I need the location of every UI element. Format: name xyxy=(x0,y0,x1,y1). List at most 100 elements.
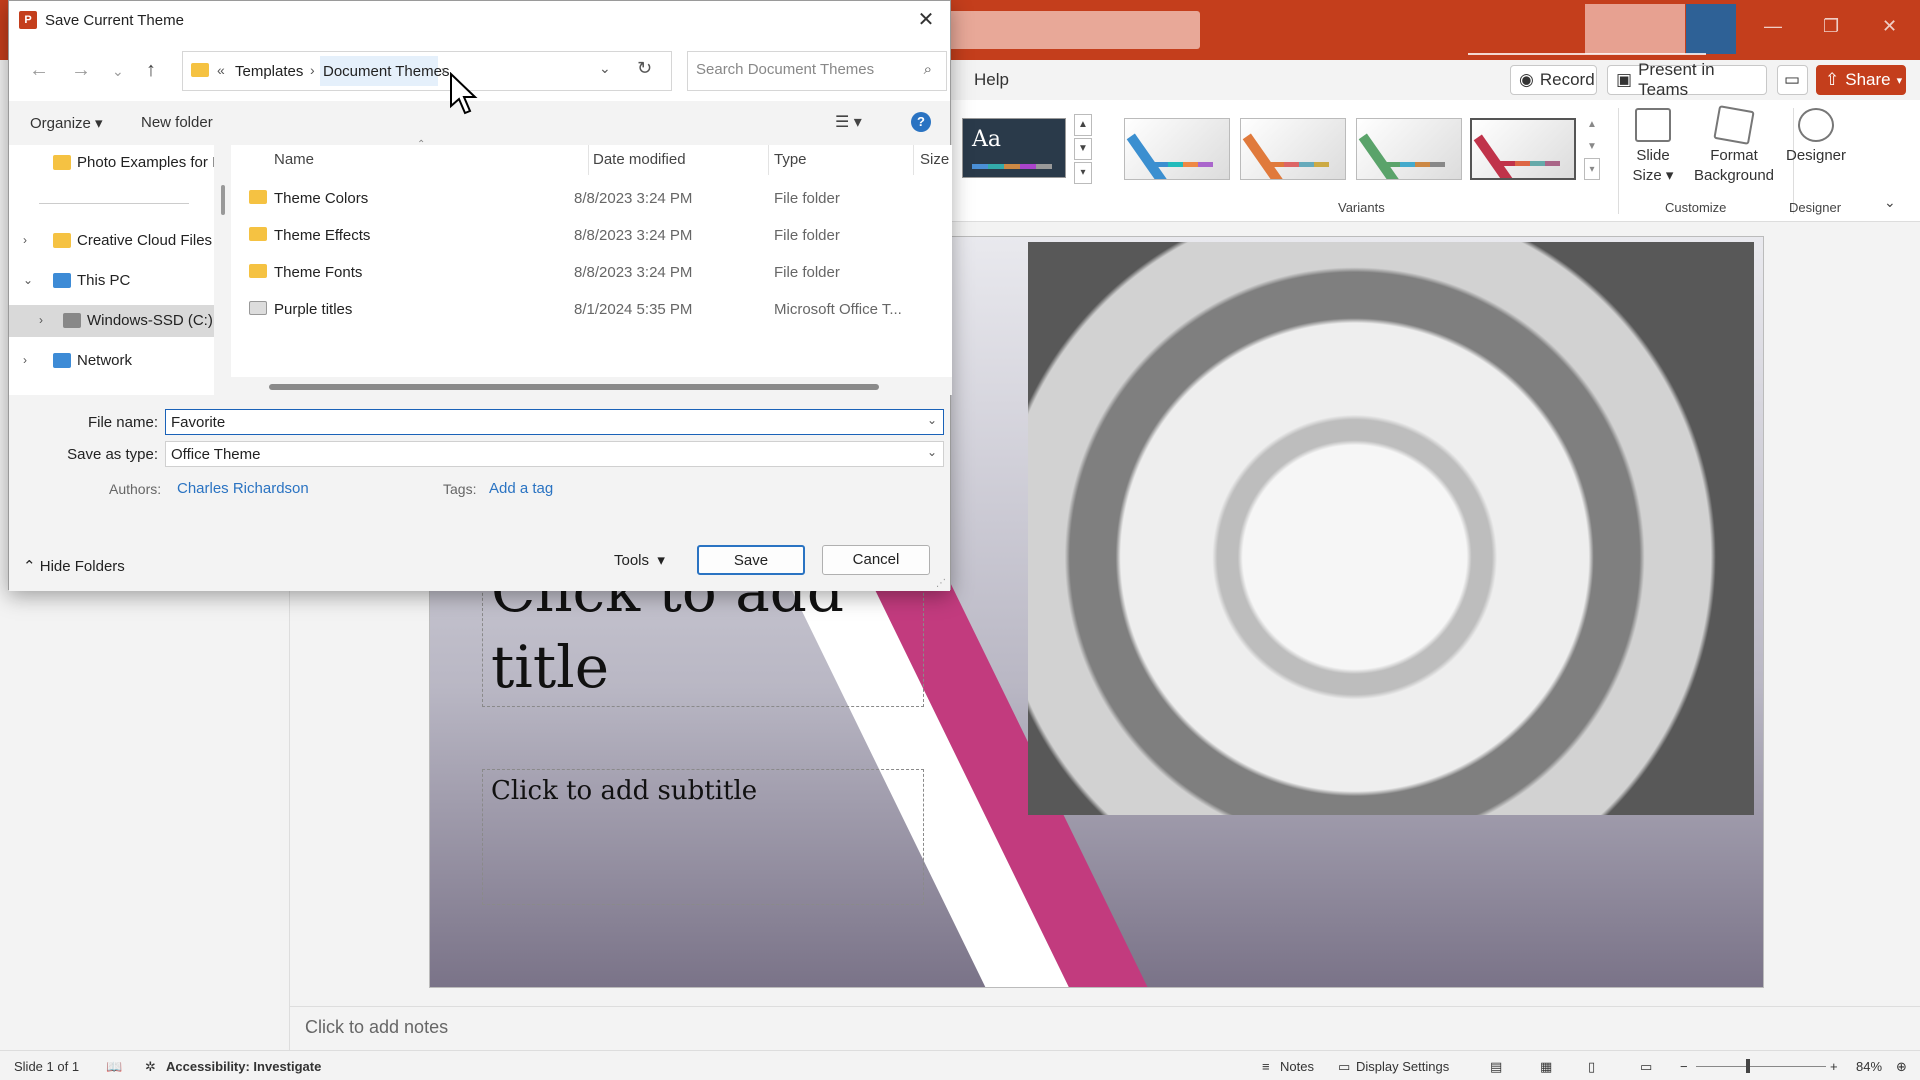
app-search-box[interactable] xyxy=(948,11,1200,49)
help-icon[interactable]: ? xyxy=(911,112,931,132)
nav-item-photo-examples[interactable]: Photo Examples for I xyxy=(9,147,214,179)
tab-help[interactable]: Help xyxy=(974,70,1009,90)
column-header-size[interactable]: Size xyxy=(920,151,949,168)
table-row[interactable]: Theme Colors 8/8/2023 3:24 PM File folde… xyxy=(231,181,952,215)
file-name-field[interactable]: ⌄ xyxy=(165,409,944,435)
column-divider[interactable] xyxy=(588,145,589,175)
format-background-button[interactable]: Format Background xyxy=(1686,105,1782,186)
fit-to-window-icon[interactable]: ⊕ xyxy=(1896,1059,1907,1075)
gallery-more-icon[interactable]: ▾ xyxy=(1584,158,1600,180)
add-tag-link[interactable]: Add a tag xyxy=(489,480,553,497)
nav-item-network[interactable]: › Network xyxy=(9,345,214,377)
minimize-icon[interactable]: — xyxy=(1764,16,1782,37)
display-settings-button[interactable]: Display Settings xyxy=(1356,1059,1449,1074)
column-header-type[interactable]: Type xyxy=(774,151,807,168)
chevron-down-icon[interactable]: ⌄ xyxy=(23,273,33,287)
table-row[interactable]: Theme Fonts 8/8/2023 3:24 PM File folder xyxy=(231,255,952,289)
spellcheck-icon[interactable]: 📖 xyxy=(106,1059,122,1075)
column-divider[interactable] xyxy=(768,145,769,175)
variant-3[interactable] xyxy=(1356,118,1462,180)
new-folder-button[interactable]: New folder xyxy=(141,114,213,131)
variant-2[interactable] xyxy=(1240,118,1346,180)
display-settings-icon[interactable]: ▭ xyxy=(1338,1059,1350,1075)
refresh-icon[interactable]: ↻ xyxy=(637,58,652,79)
record-button[interactable]: ◉ Record xyxy=(1510,65,1597,95)
accessibility-icon[interactable]: ✲ xyxy=(145,1059,156,1075)
theme-gallery-scroll[interactable]: ▲ ▼ ▾ xyxy=(1074,114,1092,186)
chevron-right-icon[interactable]: › xyxy=(23,353,27,367)
view-options-icon[interactable]: ☰ ▾ xyxy=(835,112,862,132)
save-button[interactable]: Save xyxy=(697,545,805,575)
reading-view-icon[interactable]: ▯ xyxy=(1588,1059,1595,1075)
notes-icon[interactable]: ≡ xyxy=(1262,1059,1270,1074)
zoom-in-icon[interactable]: + xyxy=(1830,1059,1838,1074)
table-row[interactable]: Theme Effects 8/8/2023 3:24 PM File fold… xyxy=(231,218,952,252)
chevron-up-icon[interactable]: ▲ xyxy=(1584,114,1600,136)
variants-scroll[interactable]: ▲ ▼ ▾ xyxy=(1584,114,1600,186)
forward-icon[interactable]: → xyxy=(71,59,91,82)
zoom-slider[interactable] xyxy=(1696,1066,1826,1067)
tools-button[interactable]: Tools ▾ xyxy=(614,551,665,569)
search-input[interactable] xyxy=(696,61,906,78)
chevron-down-icon[interactable]: ⌄ xyxy=(599,60,611,77)
theme-thumbnail[interactable]: Aa xyxy=(962,118,1066,178)
share-button[interactable]: ⇧ Share ▾ xyxy=(1816,65,1906,95)
column-header-name[interactable]: Name xyxy=(274,151,314,168)
organize-button[interactable]: Organize ▾ xyxy=(30,114,103,132)
zoom-slider-thumb[interactable] xyxy=(1746,1059,1750,1073)
normal-view-icon[interactable]: ▤ xyxy=(1490,1059,1502,1075)
file-name-input[interactable] xyxy=(171,414,871,431)
chevron-right-icon[interactable]: › xyxy=(39,313,43,327)
zoom-level[interactable]: 84% xyxy=(1856,1059,1882,1074)
chevron-down-icon[interactable]: ▼ xyxy=(1584,136,1600,158)
recent-locations-icon[interactable]: ⌄ xyxy=(112,63,124,80)
chevron-up-icon[interactable]: ▲ xyxy=(1074,114,1092,136)
present-in-teams-button[interactable]: ▣ Present in Teams xyxy=(1607,60,1767,99)
resize-grip-icon[interactable]: ⋰ xyxy=(936,578,946,589)
variant-4[interactable] xyxy=(1470,118,1576,180)
chevron-down-icon[interactable]: ⌄ xyxy=(927,445,937,459)
column-divider[interactable] xyxy=(913,145,914,175)
nav-item-windows-ssd[interactable]: › Windows-SSD (C:) xyxy=(9,305,214,337)
column-header-date[interactable]: Date modified xyxy=(593,151,686,168)
save-as-type-select[interactable]: Office Theme ⌄ xyxy=(165,441,944,467)
hide-folders-button[interactable]: ⌃ Hide Folders xyxy=(23,557,125,575)
chevron-right-icon[interactable]: › xyxy=(310,62,315,78)
slideshow-icon[interactable]: ▭ xyxy=(1640,1059,1652,1075)
authors-value[interactable]: Charles Richardson xyxy=(177,480,309,497)
notes-pane[interactable]: Click to add notes xyxy=(290,1006,1920,1050)
breadcrumb-templates[interactable]: Templates xyxy=(235,63,303,80)
chevron-down-icon[interactable]: ▼ xyxy=(1074,138,1092,160)
variant-1[interactable] xyxy=(1124,118,1230,180)
back-icon[interactable]: ← xyxy=(29,59,49,82)
search-field[interactable]: ⌕ xyxy=(687,51,947,91)
breadcrumb-document-themes[interactable]: Document Themes xyxy=(323,63,449,80)
close-window-icon[interactable]: ✕ xyxy=(1882,16,1897,37)
horizontal-scrollbar-thumb[interactable] xyxy=(269,384,879,390)
chevron-right-icon[interactable]: › xyxy=(441,62,446,78)
accessibility-status[interactable]: Accessibility: Investigate xyxy=(166,1059,321,1074)
notes-button[interactable]: Notes xyxy=(1280,1059,1314,1074)
search-icon[interactable]: ⌕ xyxy=(924,61,932,78)
gallery-more-icon[interactable]: ▾ xyxy=(1074,162,1092,184)
slide-sorter-icon[interactable]: ▦ xyxy=(1540,1059,1552,1075)
zoom-out-icon[interactable]: − xyxy=(1680,1059,1688,1074)
account-area[interactable] xyxy=(1585,4,1685,54)
table-row[interactable]: Purple titles 8/1/2024 5:35 PM Microsoft… xyxy=(231,292,952,326)
up-icon[interactable]: ↑ xyxy=(146,59,156,82)
subtitle-placeholder[interactable]: Click to add subtitle xyxy=(482,769,924,905)
designer-button[interactable]: Designer xyxy=(1782,108,1850,166)
comments-button[interactable]: ▭ xyxy=(1777,65,1808,95)
close-icon[interactable]: ✕ xyxy=(912,7,940,35)
slide-size-button[interactable]: Slide Size ▾ xyxy=(1628,108,1678,186)
nav-item-creative-cloud[interactable]: › Creative Cloud Files xyxy=(9,225,214,257)
slide-staircase-image[interactable] xyxy=(1028,242,1754,815)
nav-item-this-pc[interactable]: ⌄ This PC xyxy=(9,265,214,297)
breadcrumb-overflow[interactable]: « xyxy=(217,62,225,78)
cancel-button[interactable]: Cancel xyxy=(822,545,930,575)
chevron-down-icon[interactable]: ⌄ xyxy=(927,413,937,427)
avatar[interactable] xyxy=(1686,4,1736,54)
address-bar[interactable]: « Templates › Document Themes › ⌄ ↻ xyxy=(182,51,672,91)
chevron-right-icon[interactable]: › xyxy=(23,233,27,247)
collapse-ribbon-icon[interactable]: ⌄ xyxy=(1884,194,1896,211)
